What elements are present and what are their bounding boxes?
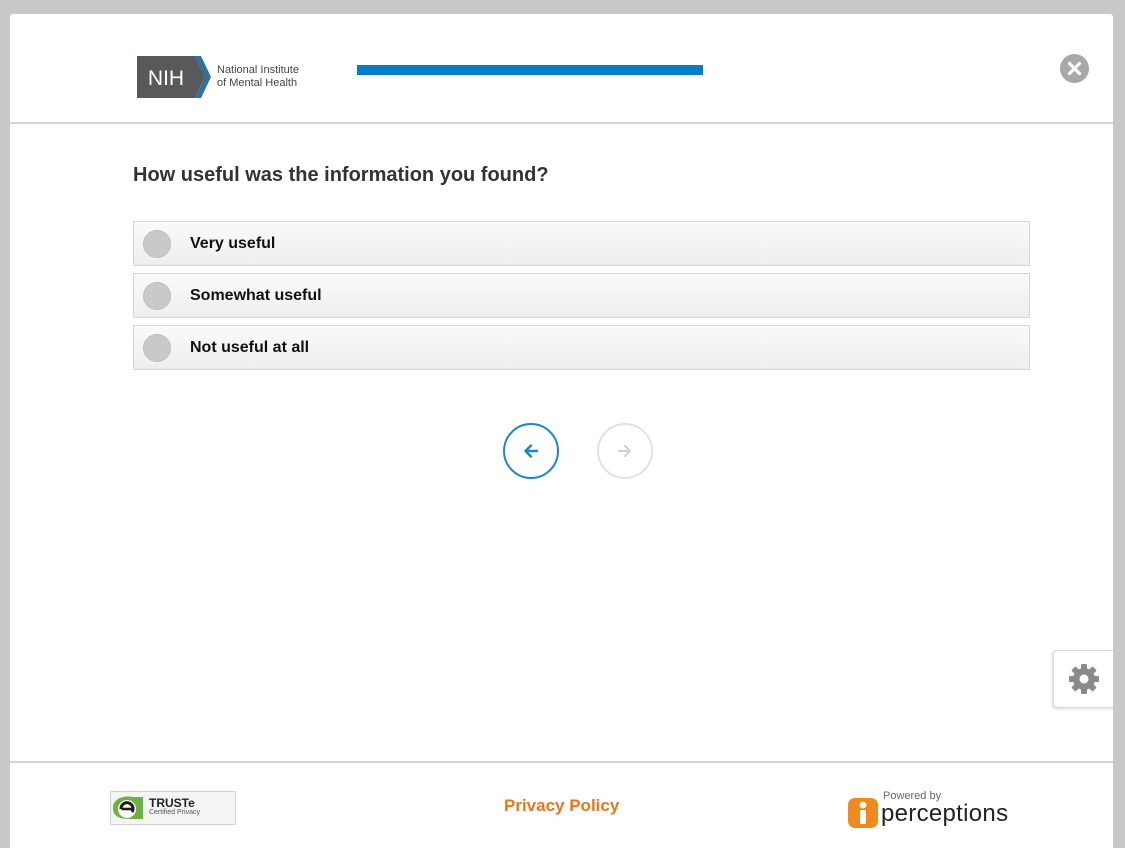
option-somewhat-useful[interactable]: Somewhat useful (133, 273, 1030, 318)
radio-button[interactable] (143, 333, 171, 362)
option-not-useful[interactable]: Not useful at all (133, 325, 1030, 370)
nih-logo-line2: of Mental Health (217, 77, 298, 89)
radio-button[interactable] (143, 281, 171, 310)
perceptions-brand: perceptions (881, 800, 1009, 827)
survey-footer: TRUSTe Certified Privacy Privacy Policy … (10, 761, 1113, 848)
option-label: Somewhat useful (190, 286, 322, 304)
perceptions-logo-icon (848, 798, 878, 828)
nih-logo: NIH National Institute of Mental Health (137, 52, 299, 102)
perceptions-logo[interactable]: Powered by perceptions (848, 783, 1008, 833)
truste-logo-icon (113, 796, 143, 819)
privacy-policy-link[interactable]: Privacy Policy (504, 796, 619, 816)
answer-options: Very useful Somewhat useful Not useful a… (133, 221, 1030, 377)
radio-button[interactable] (143, 229, 171, 258)
truste-text: TRUSTe Certified Privacy (149, 796, 200, 818)
option-label: Not useful at all (190, 338, 310, 356)
nih-logo-mark: NIH (137, 56, 211, 98)
arrow-right-icon (618, 445, 631, 457)
gear-icon (1069, 664, 1099, 694)
survey-dialog: NIH National Institute of Mental Health … (10, 14, 1113, 848)
truste-brand: TRUSTe (149, 796, 195, 810)
option-very-useful[interactable]: Very useful (133, 221, 1030, 266)
back-button[interactable] (503, 423, 559, 479)
nih-logo-line1: National Institute (217, 64, 299, 76)
truste-subtitle: Certified Privacy (149, 809, 200, 816)
next-button[interactable] (597, 423, 653, 479)
survey-header: NIH National Institute of Mental Health (10, 14, 1113, 124)
settings-button[interactable] (1053, 650, 1113, 708)
survey-navigation (503, 423, 653, 479)
truste-badge[interactable]: TRUSTe Certified Privacy (110, 791, 236, 825)
close-button[interactable] (1060, 54, 1089, 83)
close-icon (1067, 61, 1082, 76)
question-title: How useful was the information you found… (133, 164, 549, 186)
nih-logo-name: National Institute of Mental Health (217, 64, 299, 90)
option-label: Very useful (190, 234, 276, 252)
perceptions-text: Powered by perceptions (881, 790, 1008, 826)
nih-logo-text: NIH (148, 67, 184, 90)
progress-bar-fill (357, 65, 704, 75)
progress-bar (357, 65, 774, 75)
arrow-left-icon (524, 444, 539, 458)
